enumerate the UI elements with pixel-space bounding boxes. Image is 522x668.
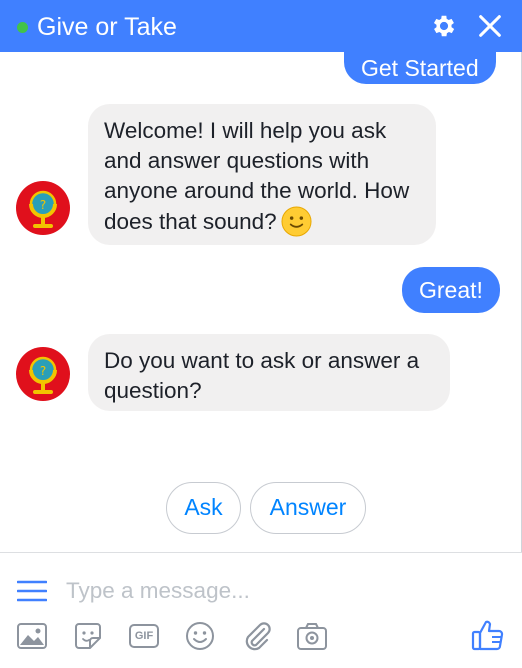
thumbs-up-icon[interactable]	[470, 617, 506, 653]
quick-reply-answer-button[interactable]: Answer	[250, 482, 366, 534]
svg-text:?: ?	[40, 198, 46, 212]
message-bot-welcome-text: Welcome! I will help you ask and answer …	[104, 118, 410, 234]
svg-text:?: ?	[40, 364, 46, 378]
image-icon[interactable]	[15, 619, 49, 653]
gear-icon[interactable]	[430, 12, 458, 40]
sticker-icon[interactable]	[71, 619, 105, 653]
online-status-dot	[17, 22, 28, 33]
bot-avatar-globe-icon[interactable]: ?	[15, 180, 71, 236]
menu-icon[interactable]	[17, 580, 47, 602]
messenger-window: Give or Take Get Started ? Welcome! I wi…	[0, 0, 522, 668]
chat-header: Give or Take	[0, 0, 522, 52]
emoji-icon[interactable]	[183, 619, 217, 653]
slightly-smiling-face-icon	[281, 206, 312, 237]
gif-icon-label: GIF	[134, 630, 154, 642]
message-input[interactable]	[66, 575, 486, 607]
message-bot-welcome: Welcome! I will help you ask and answer …	[88, 104, 436, 245]
message-bot-question: Do you want to ask or answer a question?	[88, 334, 450, 411]
chat-title: Give or Take	[37, 13, 177, 41]
attachment-icon[interactable]	[240, 619, 274, 653]
close-icon[interactable]	[476, 12, 504, 40]
gif-icon[interactable]: GIF	[127, 619, 161, 653]
message-thread: Get Started ? Welcome! I will help you a…	[0, 52, 522, 552]
message-user-great: Great!	[402, 267, 500, 313]
message-composer: GIF	[0, 552, 522, 668]
bot-avatar-globe-icon[interactable]: ?	[15, 346, 71, 402]
message-user-get-started: Get Started	[344, 52, 496, 84]
quick-reply-ask-button[interactable]: Ask	[166, 482, 241, 534]
camera-icon[interactable]	[295, 619, 329, 653]
